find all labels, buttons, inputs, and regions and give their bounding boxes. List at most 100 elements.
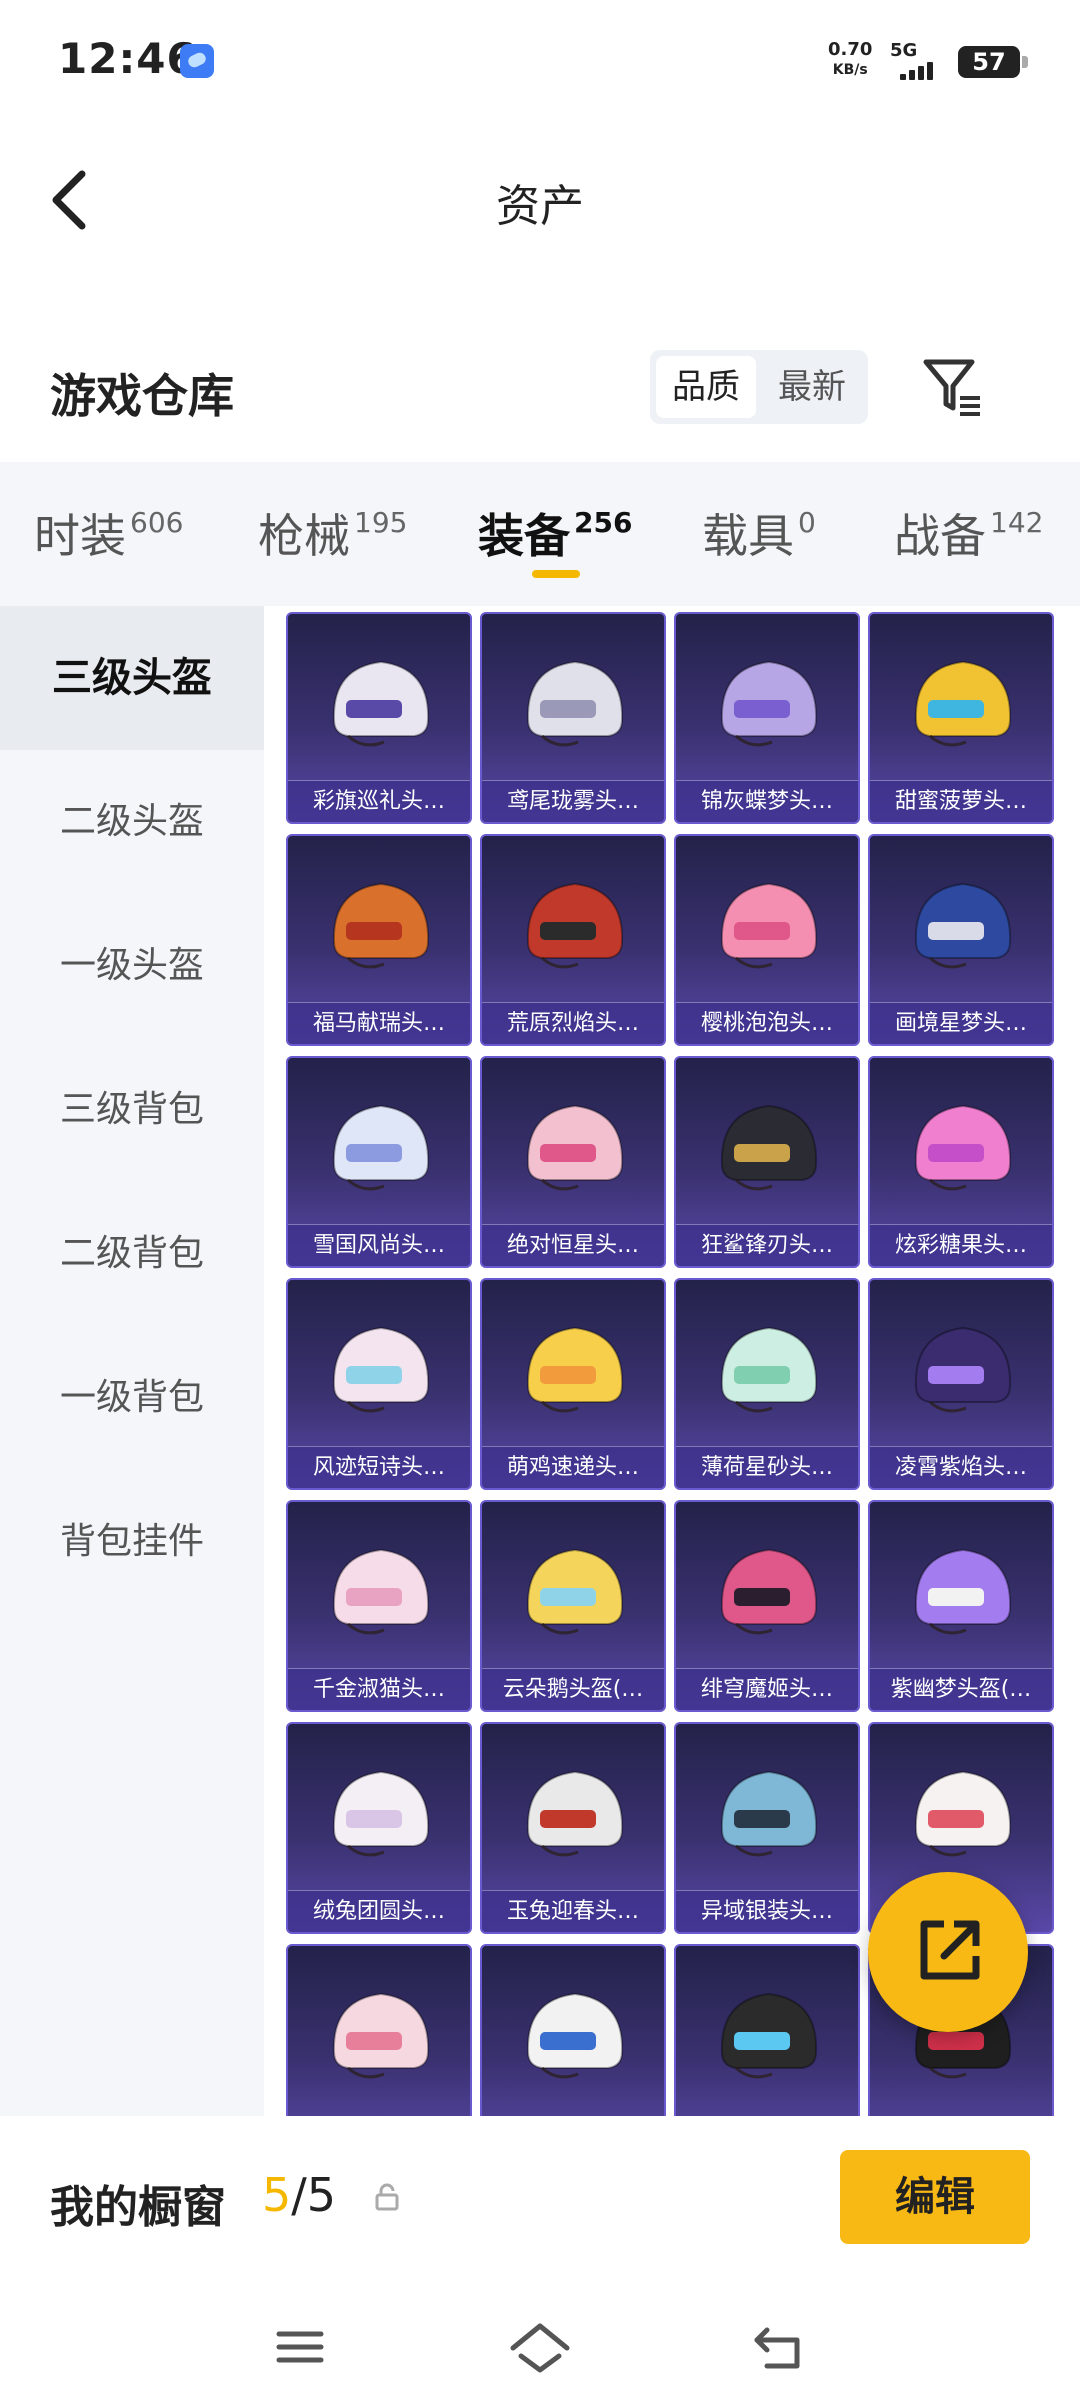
item-card-label: 画境星梦头… bbox=[870, 1002, 1052, 1044]
tab-label: 枪械 bbox=[258, 509, 350, 563]
helmet-icon bbox=[914, 882, 1012, 969]
helmet-icon bbox=[526, 1770, 624, 1857]
item-card[interactable]: 云朵鹅头盔(… bbox=[480, 1500, 666, 1712]
item-card[interactable]: 鸢尾珑雾头… bbox=[480, 612, 666, 824]
item-card[interactable]: 炫彩糖果头… bbox=[868, 1056, 1054, 1268]
tab-count: 606 bbox=[130, 506, 184, 539]
edit-button[interactable]: 编辑 bbox=[840, 2150, 1030, 2244]
item-card[interactable]: 千金淑猫头… bbox=[286, 1500, 472, 1712]
helmet-icon bbox=[332, 660, 430, 747]
tab-count: 195 bbox=[354, 506, 408, 539]
helmet-icon bbox=[720, 882, 818, 969]
item-card-label: 玉兔迎春头… bbox=[482, 1890, 664, 1932]
item-card[interactable] bbox=[480, 1944, 666, 2116]
helmet-icon bbox=[332, 1548, 430, 1635]
helmet-icon bbox=[526, 1104, 624, 1191]
sort-newest-button[interactable]: 最新 bbox=[762, 356, 862, 418]
sidebar-item-backpack-charm[interactable]: 背包挂件 bbox=[0, 1470, 264, 1614]
sidebar-item-level1-backpack[interactable]: 一级背包 bbox=[0, 1326, 264, 1470]
item-card-label: 甜蜜菠萝头… bbox=[870, 780, 1052, 822]
item-card[interactable]: 异域银装头… bbox=[674, 1722, 860, 1934]
item-card[interactable]: 画境星梦头… bbox=[868, 834, 1054, 1046]
battery-icon: 57 bbox=[958, 46, 1028, 78]
filter-button[interactable] bbox=[920, 354, 986, 420]
item-card[interactable]: 紫幽梦头盔(… bbox=[868, 1500, 1054, 1712]
item-card-label: 樱桃泡泡头… bbox=[676, 1002, 858, 1044]
item-card-label: 风迹短诗头… bbox=[288, 1446, 470, 1488]
menu-icon[interactable] bbox=[265, 2312, 335, 2382]
tab-supplies[interactable]: 战备 142 bbox=[894, 500, 1043, 566]
helmet-icon bbox=[526, 1548, 624, 1635]
helmet-icon bbox=[526, 660, 624, 747]
item-card[interactable]: 福马献瑞头… bbox=[286, 834, 472, 1046]
item-card[interactable]: 风迹短诗头… bbox=[286, 1278, 472, 1490]
page-title: 资产 bbox=[496, 181, 584, 232]
sidebar-item-level2-helmet[interactable]: 二级头盔 bbox=[0, 750, 264, 894]
item-card[interactable]: 绯穹魔姬头… bbox=[674, 1500, 860, 1712]
showcase-count-current: 5 bbox=[262, 2168, 292, 2222]
showcase-count: 5/5 bbox=[262, 2168, 336, 2222]
item-card-label: 萌鸡速递头… bbox=[482, 1446, 664, 1488]
status-time: 12:46 bbox=[58, 34, 197, 83]
item-card[interactable] bbox=[286, 1944, 472, 2116]
item-card[interactable]: 绝对恒星头… bbox=[480, 1056, 666, 1268]
sidebar-item-level3-backpack[interactable]: 三级背包 bbox=[0, 1038, 264, 1182]
section-title: 游戏仓库 bbox=[50, 369, 234, 423]
network-speed-unit: KB/s bbox=[832, 62, 868, 78]
item-card[interactable]: 玉兔迎春头… bbox=[480, 1722, 666, 1934]
item-card[interactable]: 薄荷星砂头… bbox=[674, 1278, 860, 1490]
item-card-label: 云朵鹅头盔(… bbox=[482, 1668, 664, 1710]
helmet-icon bbox=[332, 1326, 430, 1413]
item-card[interactable]: 绒兔团圆头… bbox=[286, 1722, 472, 1934]
showcase-count-total: 5 bbox=[306, 2168, 337, 2222]
item-card-label: 彩旗巡礼头… bbox=[288, 780, 470, 822]
sort-quality-button[interactable]: 品质 bbox=[656, 356, 756, 418]
tab-vehicles[interactable]: 载具 0 bbox=[702, 500, 816, 566]
item-card[interactable]: 荒原烈焰头… bbox=[480, 834, 666, 1046]
sidebar-item-level2-backpack[interactable]: 二级背包 bbox=[0, 1182, 264, 1326]
status-bar: 12:46 0.70 KB/s 5G 57 bbox=[0, 0, 1080, 120]
item-card[interactable]: 雪国风尚头… bbox=[286, 1056, 472, 1268]
helmet-icon bbox=[914, 1326, 1012, 1413]
item-card[interactable]: 凌霄紫焰头… bbox=[868, 1278, 1054, 1490]
helmet-icon bbox=[526, 1326, 624, 1413]
helmet-icon bbox=[720, 1104, 818, 1191]
item-card-label: 鸢尾珑雾头… bbox=[482, 780, 664, 822]
item-card-label: 狂鲨锋刃头… bbox=[676, 1224, 858, 1266]
share-button[interactable] bbox=[868, 1872, 1028, 2032]
item-card[interactable]: 狂鲨锋刃头… bbox=[674, 1056, 860, 1268]
item-card-label: 千金淑猫头… bbox=[288, 1668, 470, 1710]
tab-count: 0 bbox=[798, 506, 816, 539]
tab-guns[interactable]: 枪械 195 bbox=[258, 500, 407, 566]
item-card-label: 荒原烈焰头… bbox=[482, 1002, 664, 1044]
sidebar-item-level1-helmet[interactable]: 一级头盔 bbox=[0, 894, 264, 1038]
item-card[interactable]: 樱桃泡泡头… bbox=[674, 834, 860, 1046]
item-card-label: 绒兔团圆头… bbox=[288, 1890, 470, 1932]
item-card[interactable]: 萌鸡速递头… bbox=[480, 1278, 666, 1490]
helmet-icon bbox=[720, 1770, 818, 1857]
helmet-icon bbox=[332, 1992, 430, 2079]
back-nav-icon[interactable] bbox=[745, 2312, 815, 2382]
item-card-label: 锦灰蝶梦头… bbox=[676, 780, 858, 822]
item-card[interactable]: 甜蜜菠萝头… bbox=[868, 612, 1054, 824]
item-card[interactable]: 锦灰蝶梦头… bbox=[674, 612, 860, 824]
tab-count: 142 bbox=[990, 506, 1044, 539]
active-tab-indicator bbox=[532, 570, 580, 578]
item-card-label: 雪国风尚头… bbox=[288, 1224, 470, 1266]
tab-equipment[interactable]: 装备 256 bbox=[478, 500, 632, 566]
helmet-icon bbox=[526, 1992, 624, 2079]
sidebar-item-level3-helmet[interactable]: 三级头盔 bbox=[0, 606, 264, 750]
showcase-bar: 我的橱窗 5/5 编辑 bbox=[0, 2116, 1080, 2284]
category-tabs: 时装 606 枪械 195 装备 256 载具 0 战备 142 bbox=[0, 462, 1080, 606]
helmet-icon bbox=[914, 1104, 1012, 1191]
home-icon[interactable] bbox=[505, 2312, 575, 2382]
item-card[interactable] bbox=[674, 1944, 860, 2116]
showcase-count-sep: / bbox=[291, 2168, 307, 2222]
item-card-label: 紫幽梦头盔(… bbox=[870, 1668, 1052, 1710]
tab-label: 战备 bbox=[894, 509, 986, 563]
helmet-icon bbox=[332, 1104, 430, 1191]
app-notification-icon bbox=[180, 44, 214, 78]
tab-fashion[interactable]: 时装 606 bbox=[34, 500, 183, 566]
item-card[interactable]: 彩旗巡礼头… bbox=[286, 612, 472, 824]
subcategory-sidebar: 三级头盔 二级头盔 一级头盔 三级背包 二级背包 一级背包 背包挂件 bbox=[0, 606, 264, 2116]
